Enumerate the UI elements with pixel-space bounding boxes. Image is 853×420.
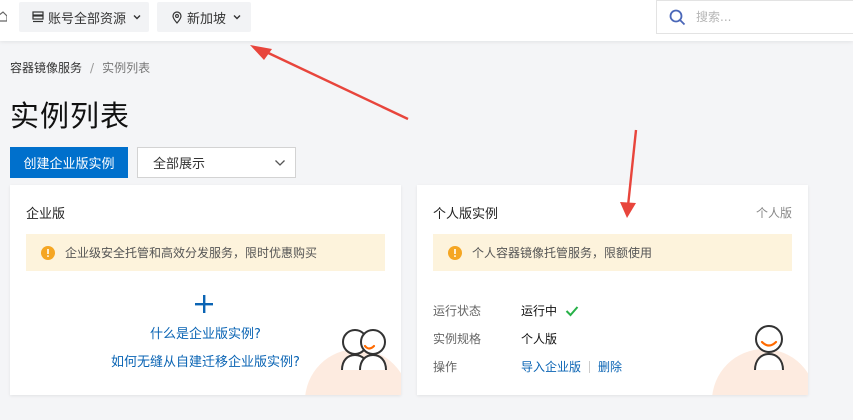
top-bar: 账号全部资源 新加坡 <box>0 0 853 41</box>
personal-notice-text: 个人容器镜像托管服务，限额使用 <box>472 246 653 260</box>
status-label: 运行状态 <box>433 304 482 318</box>
chevron-down-icon <box>275 160 285 166</box>
operation-divider <box>589 360 591 373</box>
filter-value: 全部展示 <box>153 157 206 172</box>
avatar-pair-icon <box>341 329 387 371</box>
operations-row: 操作 导入企业版 删除 <box>433 358 622 375</box>
warning-icon <box>41 245 55 260</box>
account-resources-button[interactable]: 账号全部资源 <box>19 2 149 32</box>
status-row: 运行状态 运行中 <box>433 302 579 319</box>
chevron-down-icon <box>133 15 141 20</box>
avatar-icon <box>754 325 784 371</box>
search-icon[interactable] <box>669 9 686 26</box>
plus-icon[interactable] <box>194 294 214 314</box>
status-value: 运行中 <box>521 304 558 318</box>
delete-link[interactable]: 删除 <box>598 358 622 375</box>
search-box[interactable] <box>656 0 853 34</box>
search-input[interactable] <box>696 10 836 24</box>
create-enterprise-instance-button[interactable]: 创建企业版实例 <box>10 147 128 178</box>
breadcrumb: 容器镜像服务 / 实例列表 <box>10 59 150 76</box>
warning-icon <box>448 245 462 260</box>
region-selector-button[interactable]: 新加坡 <box>157 2 251 32</box>
enterprise-card-title: 企业版 <box>26 207 66 222</box>
status-value-wrap: 运行中 <box>521 302 579 319</box>
personal-card: 个人版实例 个人版 个人容器镜像托管服务，限额使用 运行状态 运行中 实例规格 … <box>417 185 808 395</box>
personal-card-title: 个人版实例 <box>433 207 499 222</box>
annotation-arrow-region <box>261 48 409 121</box>
account-resources-label: 账号全部资源 <box>48 11 127 27</box>
operations-links: 导入企业版 删除 <box>521 358 622 375</box>
page-title: 实例列表 <box>10 99 131 133</box>
home-icon[interactable] <box>0 10 7 22</box>
spec-label: 实例规格 <box>433 332 482 346</box>
region-label: 新加坡 <box>187 11 227 27</box>
instance-filter-select[interactable]: 全部展示 <box>137 147 296 178</box>
breadcrumb-current: 实例列表 <box>102 61 151 75</box>
personal-notice: 个人容器镜像托管服务，限额使用 <box>433 234 792 271</box>
layers-icon <box>32 11 44 23</box>
import-enterprise-link[interactable]: 导入企业版 <box>521 358 581 375</box>
enterprise-notice: 企业级安全托管和高效分发服务，限时优惠购买 <box>26 234 385 271</box>
chevron-down-icon <box>233 15 241 20</box>
operations-label: 操作 <box>433 360 458 374</box>
enterprise-card: 企业版 企业级安全托管和高效分发服务，限时优惠购买 什么是企业版实例? 如何无缝… <box>10 185 401 395</box>
spec-value: 个人版 <box>521 332 558 346</box>
check-icon <box>565 305 579 316</box>
spec-row: 实例规格 个人版 <box>433 330 557 347</box>
personal-card-tag: 个人版 <box>755 206 792 220</box>
breadcrumb-separator: / <box>90 60 95 75</box>
location-icon <box>172 10 182 24</box>
enterprise-notice-text: 企业级安全托管和高效分发服务，限时优惠购买 <box>65 246 318 260</box>
annotation-arrowhead-region <box>250 45 272 60</box>
breadcrumb-link-container-registry[interactable]: 容器镜像服务 <box>10 59 82 76</box>
